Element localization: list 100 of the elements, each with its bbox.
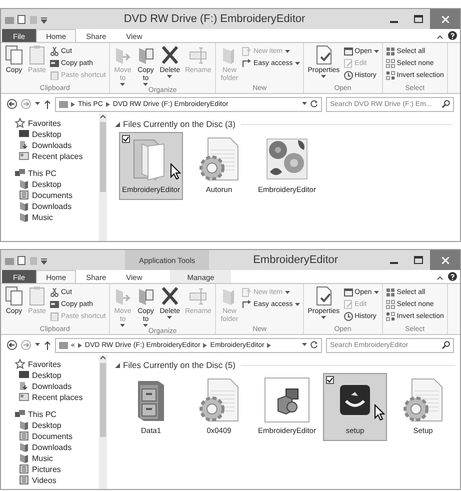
maximize-icon [414,15,422,23]
back-arrow-icon [7,99,17,109]
grid-icon [386,71,395,80]
nav-item[interactable]: Desktop [19,370,99,380]
nav-item[interactable]: Music [19,453,99,463]
scrollbar[interactable] [99,355,107,489]
customize-toolbar-icon [41,14,47,24]
clipboard-icon [50,312,59,321]
recent-places-icon [19,151,29,161]
nav-item[interactable]: Documents [19,190,99,200]
clipboard-icon [28,45,46,65]
back-button[interactable] [7,99,17,109]
nav-item[interactable]: Pictures [19,464,99,474]
search-icon [442,100,450,108]
downloads-icon [19,140,29,150]
chevron-up-icon [100,355,106,361]
path-icon [50,59,59,68]
recent-places-icon [19,392,29,402]
nav-item[interactable]: Downloads [19,381,99,391]
nav-item[interactable]: This PC [15,168,99,178]
back-arrow-icon [7,340,17,350]
window-icon [344,47,353,56]
grid-icon [386,300,395,309]
search-icon [442,341,450,349]
chevron-right-icon [267,342,272,348]
new-item-icon [242,47,252,56]
nav-item[interactable]: Downloads [19,442,99,452]
collapse-ribbon-button[interactable] [437,35,443,39]
grid-icon [386,312,395,321]
clipboard-icon [28,286,46,306]
help-button[interactable] [448,272,457,281]
copy-icon [5,45,23,65]
path-icon [50,300,59,309]
grid-icon [386,59,395,68]
nav-item[interactable]: Music [19,212,99,222]
chevron-up-icon [437,276,443,280]
library-icon [19,190,29,200]
nav-item[interactable]: Favorites [15,359,99,369]
forward-arrow-icon [21,99,31,109]
chevron-up-icon [437,35,443,39]
caret-icon [35,343,40,347]
up-button[interactable] [44,340,51,350]
caret-icon [35,102,40,106]
up-arrow-icon [44,340,51,350]
up-button[interactable] [44,100,51,108]
collapse-triangle-icon [115,122,120,126]
nav-item[interactable]: Desktop [19,179,99,189]
window-title: DVD RW Drive (F:) EmbroideryEditor [122,13,306,25]
nav-item[interactable]: Documents [19,431,99,441]
nav-item[interactable]: Recent places [19,151,99,161]
easy-access-icon [242,300,252,309]
collapse-ribbon-button[interactable] [437,276,443,280]
nav-item[interactable]: Desktop [19,129,99,139]
nav-item[interactable]: Downloads [19,201,99,211]
desktop-icon [19,129,29,139]
chevron-right-icon [71,102,75,106]
back-button[interactable] [7,340,17,350]
close-button[interactable] [430,250,460,270]
easy-access-icon [242,59,252,68]
forward-button[interactable] [21,99,31,109]
nav-item[interactable]: Favorites [15,118,99,128]
edit-icon [344,59,353,68]
rename-icon [189,45,208,65]
scissors-icon [50,47,59,56]
nav-item[interactable]: Downloads [19,140,99,150]
window-icon [344,288,353,297]
scrollbar[interactable] [99,114,107,241]
delete-icon [160,286,179,306]
star-icon [15,359,25,369]
nav-item[interactable]: Desktop [19,420,99,430]
window-title: EmbroideryEditor [252,254,340,266]
group-header: Files Currently on the Disc (5) [123,360,236,370]
forward-button[interactable] [21,340,31,350]
nav-item[interactable]: This PC [15,409,99,419]
history-icon [344,312,353,321]
scissors-icon [50,288,59,297]
folder-pages-icon [136,286,155,306]
recent-locations-button[interactable] [35,102,40,106]
chevron-right-icon [203,342,208,348]
refresh-icon [310,100,318,108]
close-icon [442,16,448,22]
chevron-right-icon [106,102,110,106]
rename-icon [189,286,208,306]
grid-icon [386,288,395,297]
library-icon [19,475,29,485]
nav-item[interactable]: Recent places [19,392,99,402]
recent-locations-button[interactable] [35,343,40,347]
folder-arrow-icon [114,286,132,306]
collapse-triangle-icon [115,362,120,368]
nav-item[interactable]: Videos [19,475,99,485]
forward-arrow-icon [21,340,31,350]
library-icon [19,431,29,441]
help-button[interactable] [448,31,457,40]
close-button[interactable] [430,9,460,29]
delete-icon [160,45,179,65]
checkbox-icon [326,376,334,384]
installer-icon [264,377,310,423]
caret-icon [302,102,307,106]
new-item-icon [242,288,252,297]
maximize-icon [414,256,422,264]
